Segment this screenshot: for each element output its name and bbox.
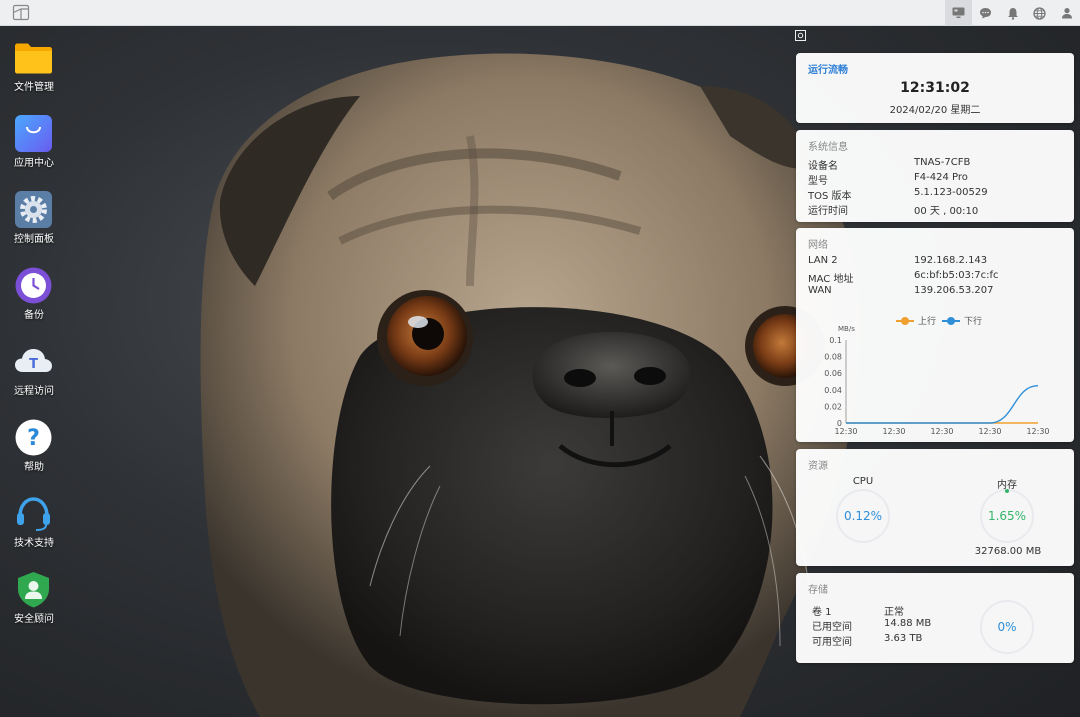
app-control-panel[interactable]: 控制面板 (0, 186, 68, 256)
info-value: 6c:bf:b5:03:7c:fc (914, 270, 999, 281)
info-value: F4-424 Pro (914, 172, 968, 183)
widget-title: 存储 (808, 585, 828, 596)
app-file-manager[interactable]: 文件管理 (0, 34, 68, 104)
bell-icon (1007, 7, 1018, 20)
info-key: WAN (808, 285, 832, 296)
storage-key: 卷 1 (812, 607, 832, 618)
gear-icon (15, 191, 52, 228)
widget-title: 资源 (808, 461, 828, 472)
system-info-widget: 系统信息 设备名 TNAS-7CFB 型号 F4-424 Pro TOS 版本 … (796, 130, 1074, 222)
shopping-bag-icon (15, 115, 52, 152)
info-value: 5.1.123-00529 (914, 187, 988, 198)
widget-title: 系统信息 (808, 142, 848, 153)
memory-usage-arc (1005, 489, 1009, 493)
clock-widget: 运行流畅 12:31:02 2024/02/20 星期二 (796, 53, 1074, 123)
info-key: 运行时间 (808, 206, 848, 217)
widget-settings-icon[interactable] (795, 30, 806, 41)
user-button[interactable] (1053, 0, 1080, 26)
app-label: 控制面板 (14, 234, 54, 245)
svg-text:?: ? (27, 426, 40, 451)
svg-text:T: T (29, 357, 38, 372)
y-tick-label: 0.08 (824, 353, 842, 362)
cpu-value: 0.12% (843, 509, 883, 523)
app-remote-access[interactable]: T 远程访问 (0, 338, 68, 408)
app-label: 备份 (24, 310, 44, 321)
system-tray (945, 0, 1080, 26)
cloud-icon: T (15, 349, 52, 372)
app-app-center[interactable]: 应用中心 (0, 110, 68, 180)
info-key: TOS 版本 (808, 191, 852, 202)
clock-time: 12:31:02 (900, 80, 970, 96)
memory-value: 1.65% (987, 509, 1027, 523)
storage-widget: 存储 卷 1 正常 已用空间 14.88 MB 可用空间 3.63 TB 0% (796, 573, 1074, 663)
app-security-advisor[interactable]: 安全顾问 (0, 566, 68, 636)
y-tick-label: 0.04 (824, 386, 842, 395)
app-label: 技术支持 (14, 538, 54, 549)
app-label: 安全顾问 (14, 614, 54, 625)
window-icon[interactable] (12, 4, 30, 21)
app-label: 应用中心 (14, 158, 54, 169)
info-value: 139.206.53.207 (914, 285, 994, 296)
question-icon: ? (15, 419, 52, 456)
chat-icon (980, 8, 991, 19)
storage-value: 14.88 MB (884, 618, 932, 629)
storage-key: 可用空间 (812, 637, 852, 648)
storage-value: 正常 (884, 607, 904, 618)
clock-icon (15, 267, 52, 304)
info-value: 192.168.2.143 (914, 255, 988, 266)
memory-total: 32768.00 MB (974, 546, 1042, 557)
info-value: 00 天 , 00:10 (914, 206, 979, 217)
y-tick-label: 0.06 (824, 369, 842, 378)
headset-icon (17, 497, 50, 531)
memory-gauge: 1.65% (980, 489, 1034, 543)
clock-status: 运行流畅 (808, 65, 848, 76)
app-tech-support[interactable]: 技术支持 (0, 490, 68, 560)
download-series-line (846, 384, 1039, 424)
x-tick-label: 12:30 (978, 427, 1001, 436)
globe-icon (1033, 6, 1046, 20)
x-tick-label: 12:30 (834, 427, 857, 436)
info-value: TNAS-7CFB (914, 157, 971, 168)
clock-date: 2024/02/20 星期二 (889, 105, 981, 116)
storage-key: 已用空间 (812, 622, 852, 633)
x-tick-label: 12:30 (1026, 427, 1049, 436)
user-icon (1061, 8, 1072, 19)
network-button[interactable] (1026, 0, 1053, 26)
notifications-button[interactable] (999, 0, 1026, 26)
chart-unit-label: MB/s (838, 325, 855, 333)
info-key: 型号 (808, 176, 828, 187)
shield-icon (18, 572, 49, 608)
y-tick-label: 0.1 (829, 336, 842, 345)
messages-button[interactable] (972, 0, 999, 26)
storage-gauge: 0% (980, 600, 1034, 654)
info-key: MAC 地址 (808, 274, 854, 285)
info-key: 设备名 (808, 161, 838, 172)
storage-usage: 0% (997, 620, 1017, 634)
folder-icon (15, 43, 52, 74)
app-label: 帮助 (24, 462, 44, 473)
desktop-button[interactable] (945, 0, 972, 26)
y-tick-label: 0.02 (824, 402, 842, 411)
network-widget: 网络 LAN 2 192.168.2.143 MAC 地址 6c:bf:b5:0… (796, 228, 1074, 442)
x-tick-label: 12:30 (882, 427, 905, 436)
app-label: 文件管理 (14, 82, 54, 93)
top-bar (0, 0, 1080, 26)
app-help[interactable]: ? 帮助 (0, 414, 68, 484)
info-key: LAN 2 (808, 255, 838, 266)
x-tick-label: 12:30 (930, 427, 953, 436)
resources-widget: 资源 CPU 0.12% 内存 1.65% 32768.00 MB (796, 449, 1074, 566)
storage-value: 3.63 TB (884, 633, 923, 644)
network-traffic-chart: MB/s 00.020.040.060.080.1 12:30 12:30 12:3… (824, 325, 1049, 436)
cpu-gauge: 0.12% (836, 489, 890, 543)
app-backup[interactable]: 备份 (0, 262, 68, 332)
desktop-icon (952, 7, 965, 18)
widget-title: 网络 (808, 240, 828, 251)
cpu-label: CPU (852, 476, 874, 487)
app-label: 远程访问 (14, 386, 54, 397)
